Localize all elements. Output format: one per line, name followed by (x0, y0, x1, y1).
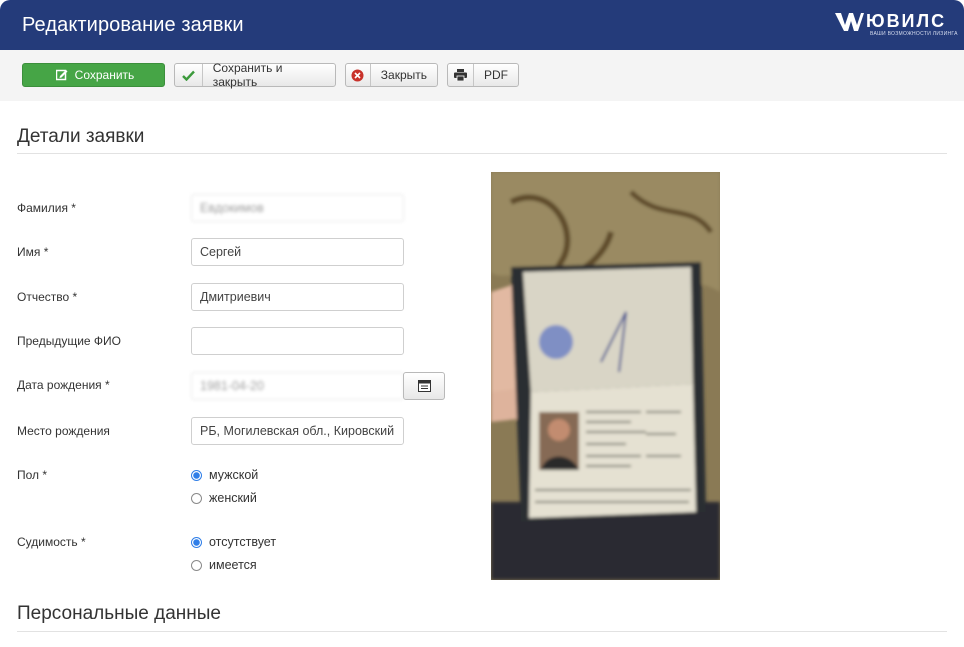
section-divider (17, 631, 947, 632)
birth-date-input[interactable]: 1981-04-20 (191, 372, 404, 400)
gender-label: Пол * (17, 468, 48, 482)
page-title: Редактирование заявки (22, 14, 244, 36)
criminal-record-option-none[interactable]: отсутствует (191, 535, 276, 549)
app-window: Редактирование заявки ЮВИЛС ВАШИ ВОЗМОЖН… (0, 0, 964, 647)
calendar-button[interactable] (403, 372, 445, 400)
radio-selected-icon (191, 536, 202, 548)
gender-option-female[interactable]: женский (191, 491, 257, 505)
radio-selected-icon (191, 469, 202, 481)
patronymic-input[interactable]: Дмитриевич (191, 283, 404, 311)
section-divider (17, 153, 947, 154)
gender-option-male[interactable]: мужской (191, 468, 258, 482)
save-button-label: Сохранить (74, 68, 135, 82)
app-header: Редактирование заявки ЮВИЛС ВАШИ ВОЗМОЖН… (0, 0, 964, 50)
surname-label: Фамилия * (17, 201, 76, 215)
logo-name: ЮВИЛС (866, 11, 947, 31)
calendar-icon (417, 380, 431, 392)
birth-date-label: Дата рождения * (17, 378, 110, 392)
surname-input[interactable]: Евдокимов (191, 194, 404, 222)
toolbar: Сохранить Сохранить и закрыть Закрыть PD… (0, 50, 964, 102)
close-button[interactable]: Закрыть (345, 63, 438, 87)
section-title-details: Детали заявки (17, 126, 145, 147)
criminal-record-option-present[interactable]: имеется (191, 558, 257, 572)
save-button[interactable]: Сохранить (22, 63, 165, 87)
save-and-close-button[interactable]: Сохранить и закрыть (174, 61, 336, 89)
company-logo: ЮВИЛС ВАШИ ВОЗМОЖНОСТИ ЛИЗИНГА (834, 11, 962, 39)
criminal-record-label: Судимость * (17, 535, 86, 549)
criminal-record-option-label: отсутствует (209, 535, 277, 549)
print-icon (448, 64, 474, 86)
close-label: Закрыть (380, 68, 427, 82)
logo-mark-icon (835, 13, 864, 31)
name-label: Имя * (17, 245, 49, 259)
gender-option-label: женский (209, 491, 257, 505)
save-and-close-label: Сохранить и закрыть (212, 61, 283, 89)
logo-tagline: ВАШИ ВОЗМОЖНОСТИ ЛИЗИНГА (870, 31, 958, 37)
pdf-button[interactable]: PDF (447, 63, 519, 87)
name-input[interactable]: Сергей (191, 238, 404, 266)
edit-icon (53, 64, 71, 86)
main-content: Детали заявки Фамилия * Евдокимов Имя * … (0, 101, 964, 647)
gender-option-label: мужской (209, 468, 259, 482)
radio-unselected-icon (191, 492, 202, 504)
close-icon (346, 64, 371, 86)
passport-photo[interactable] (491, 172, 720, 580)
criminal-record-option-label: имеется (209, 558, 257, 572)
radio-unselected-icon (191, 559, 202, 571)
birth-place-label: Место рождения (17, 424, 110, 438)
section-title-personal: Персональные данные (17, 603, 221, 624)
patronymic-label: Отчество * (17, 290, 78, 304)
pdf-label: PDF (484, 68, 508, 82)
previous-name-label: Предыдущие ФИО (17, 334, 122, 348)
birth-place-input[interactable]: РБ, Могилевская обл., Кировский (191, 417, 404, 445)
check-icon (175, 64, 203, 86)
previous-name-input[interactable] (191, 327, 404, 355)
